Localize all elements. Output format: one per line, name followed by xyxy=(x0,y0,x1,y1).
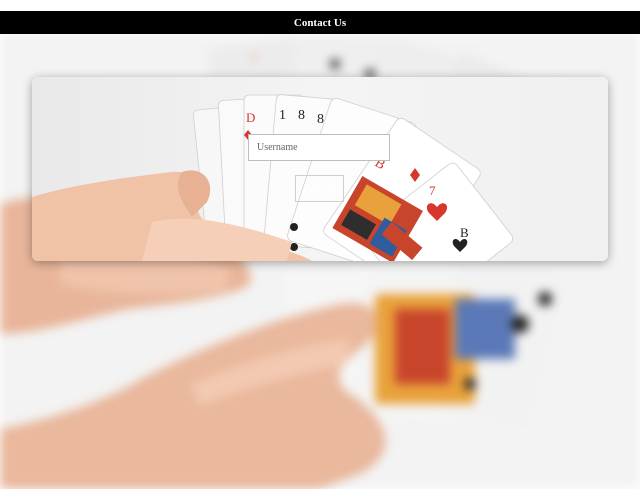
svg-text:1: 1 xyxy=(279,108,286,123)
card-background-image: D 1 8 8 B 7 B xyxy=(32,77,608,261)
svg-text:8: 8 xyxy=(317,112,324,127)
svg-text:7: 7 xyxy=(250,53,257,68)
svg-text:B: B xyxy=(460,225,469,240)
svg-text:7: 7 xyxy=(429,183,436,198)
contact-us-link[interactable]: Contact Us xyxy=(294,17,346,29)
top-navbar: Contact Us xyxy=(0,11,640,34)
username-input[interactable] xyxy=(248,134,390,161)
proceed-button[interactable]: Proceed xyxy=(295,175,344,202)
top-margin xyxy=(0,0,640,11)
svg-text:D: D xyxy=(246,110,255,125)
svg-text:8: 8 xyxy=(298,108,305,123)
login-card: D 1 8 8 B 7 B Proceed xyxy=(32,77,608,261)
